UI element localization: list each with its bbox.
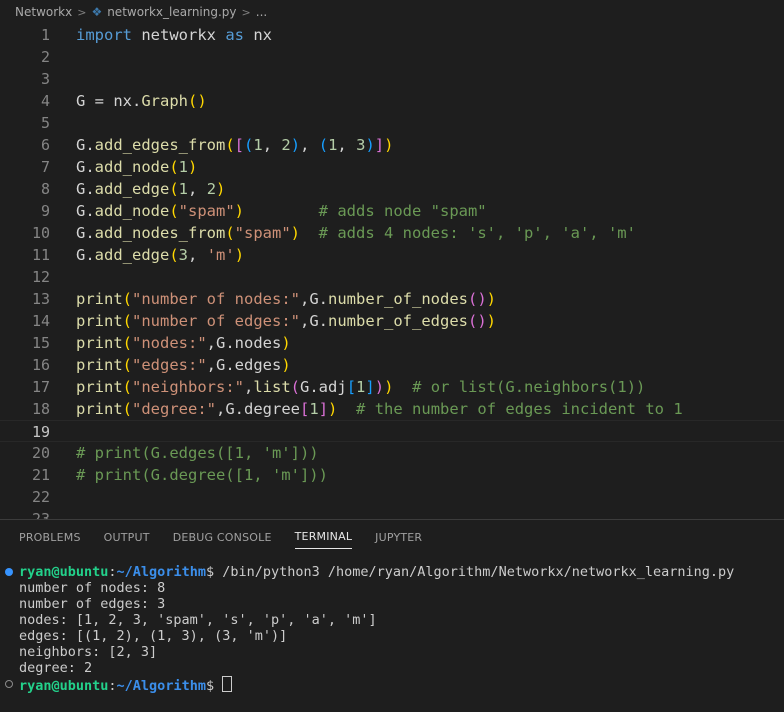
code-line: 4 G = nx.Graph()	[0, 90, 784, 112]
line-number: 18	[31, 400, 50, 418]
code-editor[interactable]: 1 import networkx as nx 2 3 4 G = nx.Graph…	[0, 24, 784, 519]
bottom-panel: PROBLEMS OUTPUT DEBUG CONSOLE TERMINAL J…	[0, 519, 784, 712]
code-text: import networkx as nx	[76, 26, 272, 44]
code-line: 13 print("number of nodes:",G.number_of_n…	[0, 288, 784, 310]
chevron-right-icon: >	[77, 5, 87, 19]
line-number: 21	[31, 466, 50, 484]
code-text: G.add_edges_from([(1, 2), (1, 3)])	[76, 136, 394, 154]
breadcrumb: Networkx > ❖ networkx_learning.py > ...	[0, 0, 784, 24]
code-line: 5	[0, 112, 784, 134]
line-number: 19	[31, 423, 50, 441]
tab-output[interactable]: OUTPUT	[104, 526, 150, 549]
line-number: 10	[31, 224, 50, 242]
line-number: 15	[31, 334, 50, 352]
code-line: 22	[0, 486, 784, 508]
line-number: 3	[40, 70, 50, 88]
code-text: print("nodes:",G.nodes)	[76, 334, 291, 352]
line-number: 22	[31, 488, 50, 506]
line-number: 5	[40, 114, 50, 132]
terminal-output-line: number of edges: 3	[19, 596, 166, 612]
code-comment: # print(G.edges([1, 'm']))	[76, 444, 319, 462]
code-text: G.add_node(1)	[76, 158, 198, 176]
tab-terminal[interactable]: TERMINAL	[294, 525, 353, 549]
code-line: 12	[0, 266, 784, 288]
terminal-output-line: nodes: [1, 2, 3, 'spam', 's', 'p', 'a', …	[19, 612, 377, 628]
code-text: G = nx.Graph()	[76, 92, 207, 110]
line-number: 16	[31, 356, 50, 374]
terminal-output-line: edges: [(1, 2), (1, 3), (3, 'm')]	[19, 628, 288, 644]
code-text: G.add_edge(1, 2)	[76, 180, 226, 198]
breadcrumb-file[interactable]: networkx_learning.py	[107, 5, 236, 19]
line-number: 13	[31, 290, 50, 308]
code-line: 9 G.add_node("spam") # adds node "spam"	[0, 200, 784, 222]
code-line: 20 # print(G.edges([1, 'm']))	[0, 442, 784, 464]
line-number: 6	[40, 136, 50, 154]
code-line: 8 G.add_edge(1, 2)	[0, 178, 784, 200]
code-line: 6 G.add_edges_from([(1, 2), (1, 3)])	[0, 134, 784, 156]
line-number: 7	[40, 158, 50, 176]
breadcrumb-more[interactable]: ...	[256, 5, 267, 19]
terminal-output-line: neighbors: [2, 3]	[19, 644, 158, 660]
code-line: 7 G.add_node(1)	[0, 156, 784, 178]
command-success-icon[interactable]	[5, 568, 13, 576]
line-number: 14	[31, 312, 50, 330]
code-comment: # print(G.degree([1, 'm']))	[76, 466, 328, 484]
command-pending-icon[interactable]	[5, 680, 13, 688]
line-number: 12	[31, 268, 50, 286]
tab-jupyter[interactable]: JUPYTER	[375, 526, 422, 549]
code-line: 23	[0, 508, 784, 519]
line-number: 23	[31, 510, 50, 519]
code-line: 3	[0, 68, 784, 90]
panel-tabs: PROBLEMS OUTPUT DEBUG CONSOLE TERMINAL J…	[0, 520, 426, 554]
code-line: 14 print("number of edges:",G.number_of_e…	[0, 310, 784, 332]
code-line: 10 G.add_nodes_from("spam") # adds 4 node…	[0, 222, 784, 244]
code-text: G.add_edge(3, 'm')	[76, 246, 245, 264]
terminal-cursor	[222, 676, 233, 692]
line-number: 2	[40, 48, 50, 66]
line-number: 4	[40, 92, 50, 110]
code-text: G.add_nodes_from("spam") # adds 4 nodes:…	[76, 224, 636, 242]
code-line-current: 19	[0, 420, 784, 442]
terminal-output-line: degree: 2	[19, 660, 93, 676]
line-number: 17	[31, 378, 50, 396]
code-line: 21 # print(G.degree([1, 'm']))	[0, 464, 784, 486]
terminal-output-line: number of nodes: 8	[19, 580, 166, 596]
line-number: 1	[40, 26, 50, 44]
python-file-icon: ❖	[91, 5, 103, 19]
code-line: 11 G.add_edge(3, 'm')	[0, 244, 784, 266]
breadcrumb-folder[interactable]: Networkx	[0, 5, 72, 19]
terminal-command-line: ryan@ubuntu:~/Algorithm$ /bin/python3 /h…	[19, 564, 735, 580]
code-line: 16 print("edges:",G.edges)	[0, 354, 784, 376]
code-line: 2	[0, 46, 784, 68]
tab-problems[interactable]: PROBLEMS	[19, 526, 81, 549]
code-text: print("number of edges:",G.number_of_edg…	[76, 312, 497, 330]
line-number: 8	[40, 180, 50, 198]
tab-debug-console[interactable]: DEBUG CONSOLE	[173, 526, 272, 549]
code-text: print("edges:",G.edges)	[76, 356, 291, 374]
line-number: 20	[31, 444, 50, 462]
code-line: 17 print("neighbors:",list(G.adj[1])) # o…	[0, 376, 784, 398]
code-line: 1 import networkx as nx	[0, 24, 784, 46]
chevron-right-icon: >	[241, 5, 251, 19]
code-text: print("neighbors:",list(G.adj[1])) # or …	[76, 378, 646, 396]
code-text: G.add_node("spam") # adds node "spam"	[76, 202, 487, 220]
code-line: 18 print("degree:",G.degree[1]) # the num…	[0, 398, 784, 420]
line-number: 11	[31, 246, 50, 264]
terminal-prompt[interactable]: ryan@ubuntu:~/Algorithm$	[19, 676, 233, 694]
code-text: print("number of nodes:",G.number_of_nod…	[76, 290, 497, 308]
code-text: print("degree:",G.degree[1]) # the numbe…	[76, 400, 683, 418]
line-number: 9	[40, 202, 50, 220]
code-line: 15 print("nodes:",G.nodes)	[0, 332, 784, 354]
